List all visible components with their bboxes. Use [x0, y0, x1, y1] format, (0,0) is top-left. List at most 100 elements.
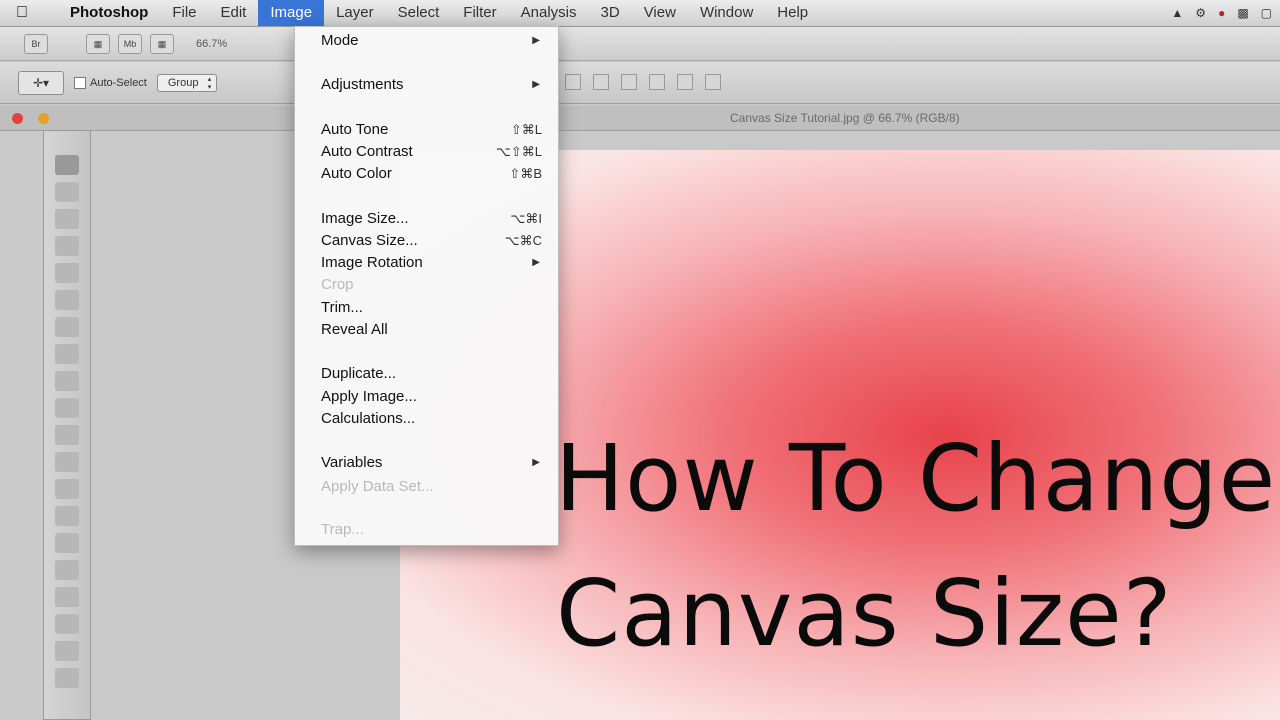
align-top-icon[interactable] [565, 74, 581, 90]
zoom-level[interactable]: 66.7% [196, 38, 227, 50]
type-tool-icon[interactable] [55, 560, 79, 580]
bridge-icon[interactable]: Br [24, 33, 48, 54]
checkbox-box[interactable] [74, 76, 86, 89]
shape-tool-icon[interactable] [55, 614, 79, 634]
mini-bridge-button[interactable]: Mb [118, 33, 142, 54]
shortcut-label: ⇧⌘L [510, 122, 542, 137]
menu-item-label: Trap... [321, 521, 364, 538]
menu-item-label: Mode [321, 32, 359, 49]
menu-item-label: Apply Data Set... [321, 478, 434, 495]
shortcut-label: ⌥⌘C [504, 233, 542, 248]
apple-menu-icon[interactable]:  [0, 4, 44, 22]
menu-item-label: Auto Contrast [321, 143, 413, 160]
menu-select[interactable]: Select [386, 0, 452, 26]
menu-item-image-size[interactable]: Image Size... ⌥⌘I [321, 208, 544, 230]
menu-view[interactable]: View [632, 0, 688, 26]
align-middle-icon[interactable] [593, 74, 609, 90]
auto-select-label: Auto-Select [90, 76, 147, 89]
healing-brush-tool-icon[interactable] [55, 317, 79, 337]
menu-item-auto-contrast[interactable]: Auto Contrast ⌥⇧⌘L [321, 141, 544, 163]
menu-item-label: Crop [321, 276, 354, 293]
menu-bar:  Photoshop File Edit Image Layer Select… [0, 0, 1280, 27]
menu-app-name[interactable]: Photoshop [44, 0, 160, 26]
display-icon[interactable]: ▩ [1237, 6, 1248, 20]
eraser-tool-icon[interactable] [55, 425, 79, 445]
close-window-icon[interactable] [12, 113, 23, 124]
menu-item-trim[interactable]: Trim... [321, 297, 544, 319]
pen-tool-icon[interactable] [55, 533, 79, 553]
menu-item-variables[interactable]: Variables ▶ [321, 452, 544, 474]
auto-select-checkbox[interactable]: Auto-Select [74, 76, 147, 89]
menu-item-canvas-size[interactable]: Canvas Size... ⌥⌘C [321, 230, 544, 252]
menu-item-auto-color[interactable]: Auto Color ⇧⌘B [321, 163, 544, 185]
path-selection-tool-icon[interactable] [55, 587, 79, 607]
brush-tool-icon[interactable] [55, 344, 79, 364]
minimize-window-icon[interactable] [38, 113, 49, 124]
menu-file[interactable]: File [160, 0, 208, 26]
history-brush-tool-icon[interactable] [55, 398, 79, 418]
3d-tool-icon[interactable] [55, 641, 79, 661]
submenu-arrow-icon: ▶ [532, 457, 540, 468]
move-tool-icon[interactable] [55, 155, 79, 175]
menu-item-apply-image[interactable]: Apply Image... [321, 386, 544, 408]
arrange-documents-icon[interactable]: ▦ [150, 33, 174, 54]
lasso-tool-icon[interactable] [55, 209, 79, 229]
menu-item-label: Duplicate... [321, 365, 397, 382]
align-center-icon[interactable] [677, 74, 693, 90]
menu-window[interactable]: Window [688, 0, 765, 26]
submenu-arrow-icon: ▶ [532, 35, 540, 46]
menu-help[interactable]: Help [765, 0, 820, 26]
menu-item-duplicate[interactable]: Duplicate... [321, 363, 544, 385]
menu-item-image-rotation[interactable]: Image Rotation ▶ [321, 252, 544, 274]
record-icon[interactable]: ● [1218, 6, 1225, 20]
menu-item-label: Reveal All [321, 321, 388, 338]
menu-item-mode[interactable]: Mode ▶ [321, 30, 544, 52]
menu-item-label: Image Rotation [321, 254, 423, 271]
canvas-headline-line1: How To Change [555, 425, 1277, 532]
settings-icon[interactable]: ⚙ [1195, 6, 1206, 20]
shortcut-label: ⌥⌘I [510, 211, 542, 226]
wifi-icon[interactable]: ▲ [1171, 6, 1183, 20]
hand-tool-icon[interactable] [55, 668, 79, 688]
align-right-icon[interactable] [705, 74, 721, 90]
auto-select-type-select[interactable]: Group [156, 73, 218, 92]
crop-tool-icon[interactable] [55, 263, 79, 283]
menu-3d[interactable]: 3D [589, 0, 632, 26]
document-title: Canvas Size Tutorial.jpg @ 66.7% (RGB/8) [730, 111, 960, 125]
menu-filter[interactable]: Filter [451, 0, 508, 26]
menu-item-label: Apply Image... [321, 388, 417, 405]
menu-item-label: Image Size... [321, 210, 409, 227]
menu-item-label: Auto Color [321, 165, 392, 182]
align-left-icon[interactable] [649, 74, 665, 90]
menu-item-label: Canvas Size... [321, 232, 418, 249]
menu-edit[interactable]: Edit [209, 0, 259, 26]
gradient-tool-icon[interactable] [55, 452, 79, 472]
minibridge-icon[interactable]: ▦ [86, 33, 110, 54]
window-icon[interactable]: ▢ [1261, 6, 1272, 20]
shortcut-label: ⇧⌘B [509, 166, 542, 181]
align-bottom-icon[interactable] [621, 74, 637, 90]
menu-item-calculations[interactable]: Calculations... [321, 408, 544, 430]
menu-item-label: Variables [321, 454, 383, 471]
tools-panel [43, 130, 91, 720]
menu-item-label: Trim... [321, 299, 363, 316]
quick-selection-tool-icon[interactable] [55, 236, 79, 256]
menu-item-auto-tone[interactable]: Auto Tone ⇧⌘L [321, 119, 544, 141]
menu-item-adjustments[interactable]: Adjustments ▶ [321, 74, 544, 96]
clone-stamp-tool-icon[interactable] [55, 371, 79, 391]
eyedropper-tool-icon[interactable] [55, 290, 79, 310]
move-tool-preset-icon[interactable]: ✛▾ [18, 70, 64, 95]
menu-item-apply-data-set: Apply Data Set... [321, 476, 544, 498]
blur-tool-icon[interactable] [55, 479, 79, 499]
canvas-headline-line2: Canvas Size? [556, 560, 1173, 667]
dodge-tool-icon[interactable] [55, 506, 79, 526]
application-bar: Br ▦ Mb ▦ 66.7% [0, 27, 1280, 61]
menu-item-reveal-all[interactable]: Reveal All [321, 319, 544, 341]
align-controls [565, 74, 721, 90]
image-menu-dropdown: Mode ▶ Adjustments ▶ Auto Tone ⇧⌘L Auto … [294, 26, 559, 546]
menu-image[interactable]: Image [258, 0, 325, 26]
marquee-tool-icon[interactable] [55, 182, 79, 202]
menu-layer[interactable]: Layer [324, 0, 386, 26]
status-area: ▲ ⚙ ● ▩ ▢ [1171, 0, 1272, 26]
menu-analysis[interactable]: Analysis [509, 0, 589, 26]
